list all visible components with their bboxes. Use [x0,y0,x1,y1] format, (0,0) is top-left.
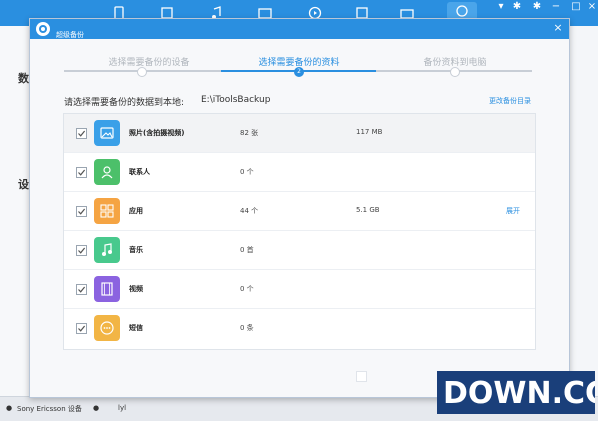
list-item[interactable]: 应用 44 个 5.1 GB 展开 [64,192,535,231]
contact-icon [94,159,120,185]
settings-icon[interactable]: ✱ [509,0,525,14]
item-name: 短信 [129,324,143,332]
item-count: 44 个 [240,207,259,215]
down-cc-watermark: DOWN.CC [437,371,595,414]
step-1-dot [137,67,147,77]
minimize-icon[interactable]: − [548,0,564,14]
item-count: 0 个 [240,285,254,293]
maximize-icon[interactable]: □ [568,0,584,14]
item-name: 应用 [129,207,143,215]
photo-icon [94,120,120,146]
checkbox[interactable] [76,128,87,139]
checkbox[interactable] [76,245,87,256]
change-directory-link[interactable]: 更改备份目录 [489,96,531,106]
item-count: 0 首 [240,246,254,254]
item-size: 5.1 GB [356,206,380,214]
item-count: 0 个 [240,168,254,176]
close-app-icon[interactable]: × [584,0,598,14]
backup-path-value: E:\iToolsBackup [201,95,271,105]
apple-icon: ● [93,404,100,412]
page-indicator [356,371,367,382]
music-icon [94,237,120,263]
backup-item-list: 照片(含拍摄视频) 82 张 117 MB 联系人 0 个 应用 44 个 5.… [63,113,536,350]
side-label: 设 [18,178,29,191]
step-3-dot [450,67,460,77]
item-name: 视频 [129,285,143,293]
list-item[interactable]: 照片(含拍摄视频) 82 张 117 MB [64,114,535,153]
item-name: 照片(含拍摄视频) [129,129,185,137]
list-item[interactable]: 音乐 0 首 [64,231,535,270]
checkbox[interactable] [76,284,87,295]
dialog-header: 超级备份 × [30,19,569,39]
close-icon[interactable]: × [552,22,564,34]
item-name: 联系人 [129,168,150,176]
step-2-dot: 2 [294,67,304,77]
step-1-label: 选择需要备份的设备 [108,58,190,68]
expand-link[interactable]: 展开 [506,206,520,216]
video-icon [94,276,120,302]
sms-icon [94,315,120,341]
apple-device-name[interactable]: lyl [118,404,126,412]
checkbox[interactable] [76,206,87,217]
apps-icon [94,198,120,224]
list-item[interactable]: 短信 0 条 [64,309,535,347]
checkbox[interactable] [76,323,87,334]
checkbox[interactable] [76,167,87,178]
skin-icon[interactable]: ✱ [529,0,545,14]
backup-dialog: 超级备份 × 选择需要备份的设备 选择需要备份的资料 备份资料到电脑 2 请选择… [29,18,570,398]
watermark-text: DOWN.CC [443,376,595,411]
android-icon: ● [6,404,13,412]
app-right-panel [568,26,598,396]
itools-logo-icon [35,21,51,37]
item-count: 82 张 [240,129,259,137]
item-count: 0 条 [240,324,254,332]
backup-path-label: 请选择需要备份的数据到本地: [64,98,185,108]
side-label: 数 [18,72,29,85]
list-item[interactable]: 视频 0 个 [64,270,535,309]
dialog-title: 超级备份 [56,31,84,39]
menu-icon[interactable]: ▾ [493,0,509,14]
item-size: 117 MB [356,128,383,136]
list-item[interactable]: 联系人 0 个 [64,153,535,192]
item-name: 音乐 [129,246,143,254]
device-name[interactable]: Sony Ericsson 设备 [17,404,82,414]
